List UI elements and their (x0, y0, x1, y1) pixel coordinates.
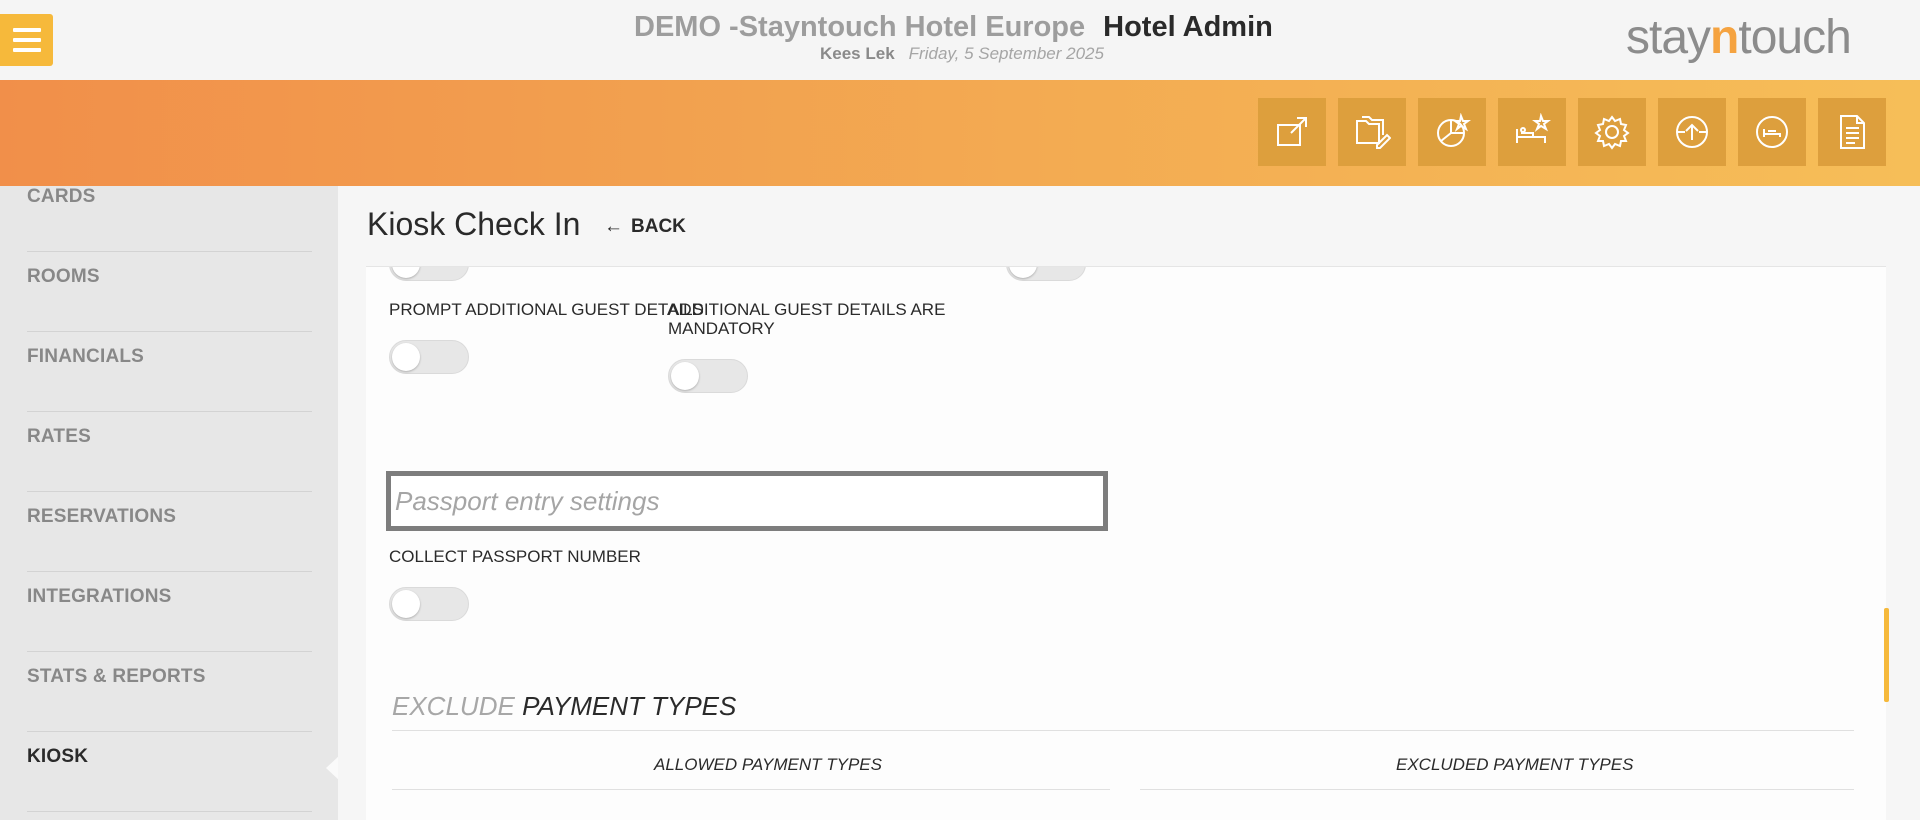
page-title: Kiosk Check In (367, 206, 581, 242)
user-date-line: Kees Lek Friday, 5 September 2025 (820, 44, 1104, 64)
sidebar-item-reservations[interactable]: RESERVATIONS (0, 492, 338, 572)
excluded-payment-header: EXCLUDED PAYMENT TYPES (1396, 755, 1634, 774)
divider (392, 730, 1854, 731)
toggle-switch[interactable] (389, 267, 469, 281)
back-label: BACK (631, 216, 686, 237)
top-bar: DEMO -Stayntouch Hotel Europe Hotel Admin… (0, 0, 1920, 80)
settings-panel: PROMPT ADDITIONAL GUEST DETAILS ADDITION… (366, 266, 1886, 820)
collect-passport-label: COLLECT PASSPORT NUMBER (389, 547, 641, 566)
stayntouch-logo: stayntouch (1626, 11, 1852, 64)
arrow-left-icon: ← (604, 216, 623, 237)
sidebar-item-label: INTEGRATIONS (27, 586, 172, 607)
chart-star-icon[interactable] (1418, 98, 1486, 166)
toggle-switch[interactable] (1006, 267, 1086, 281)
title-muted: EXCLUDE (392, 691, 515, 721)
header-band (0, 80, 1920, 186)
document-icon[interactable] (1818, 98, 1886, 166)
sidebar-item-label: KIOSK (27, 746, 89, 767)
hotel-name: DEMO -Stayntouch Hotel Europe (634, 11, 1086, 43)
allowed-list-top-border (392, 789, 1110, 790)
upload-circle-icon[interactable] (1658, 98, 1726, 166)
external-link-icon[interactable] (1258, 98, 1326, 166)
sidebar-item-label: RESERVATIONS (27, 506, 177, 527)
passport-settings-input[interactable] (391, 476, 1103, 526)
prompt-additional-guest-toggle[interactable] (389, 340, 469, 374)
additional-guest-mandatory-toggle[interactable] (668, 359, 748, 393)
current-date: Friday, 5 September 2025 (908, 44, 1104, 63)
back-button[interactable]: ← BACK (604, 216, 686, 238)
hotel-title: DEMO -Stayntouch Hotel Europe Hotel Admin (634, 11, 1273, 44)
allowed-payment-header: ALLOWED PAYMENT TYPES (654, 755, 882, 774)
user-name: Kees Lek (820, 44, 895, 63)
bed-star-icon[interactable] (1498, 98, 1566, 166)
sidebar-item-label: RATES (27, 426, 91, 447)
sidebar-item-financials[interactable]: FINANCIALS (0, 332, 338, 412)
active-indicator (326, 756, 338, 780)
exclude-payment-title: EXCLUDE PAYMENT TYPES (392, 691, 736, 722)
sidebar-item-label: FINANCIALS (27, 346, 145, 367)
sidebar-item-label: CARDS (27, 186, 96, 207)
collect-passport-toggle[interactable] (389, 587, 469, 621)
hamburger-menu-icon[interactable] (0, 14, 53, 66)
additional-guest-mandatory-label: ADDITIONAL GUEST DETAILS ARE MANDATORY (668, 300, 946, 338)
excluded-list-top-border (1140, 789, 1854, 790)
sidebar-item-kiosk[interactable]: KIOSK (0, 732, 338, 812)
passport-settings-field[interactable] (386, 471, 1108, 531)
scrollbar-thumb[interactable] (1884, 608, 1889, 702)
folders-edit-icon[interactable] (1338, 98, 1406, 166)
divider (27, 811, 312, 812)
gear-icon[interactable] (1578, 98, 1646, 166)
toolbar (1258, 98, 1886, 166)
sidebar-item-label: ROOMS (27, 266, 100, 287)
title-dark: PAYMENT TYPES (522, 691, 737, 721)
bed-circle-icon[interactable] (1738, 98, 1806, 166)
prompt-additional-guest-label: PROMPT ADDITIONAL GUEST DETAILS (389, 300, 704, 319)
sidebar: CARDS ROOMS FINANCIALS RATES RESERVATION… (0, 186, 338, 820)
sidebar-item-integrations[interactable]: INTEGRATIONS (0, 572, 338, 652)
app-name: Hotel Admin (1103, 11, 1273, 43)
sidebar-item-label: STATS & REPORTS (27, 666, 206, 687)
sidebar-item-rates[interactable]: RATES (0, 412, 338, 492)
sidebar-item-rooms[interactable]: ROOMS (0, 252, 338, 332)
sidebar-item-cards[interactable]: CARDS (0, 186, 338, 252)
main-content: Kiosk Check In ← BACK PROMPT ADDITIONAL G… (338, 186, 1920, 820)
sidebar-item-stats-reports[interactable]: STATS & REPORTS (0, 652, 338, 732)
